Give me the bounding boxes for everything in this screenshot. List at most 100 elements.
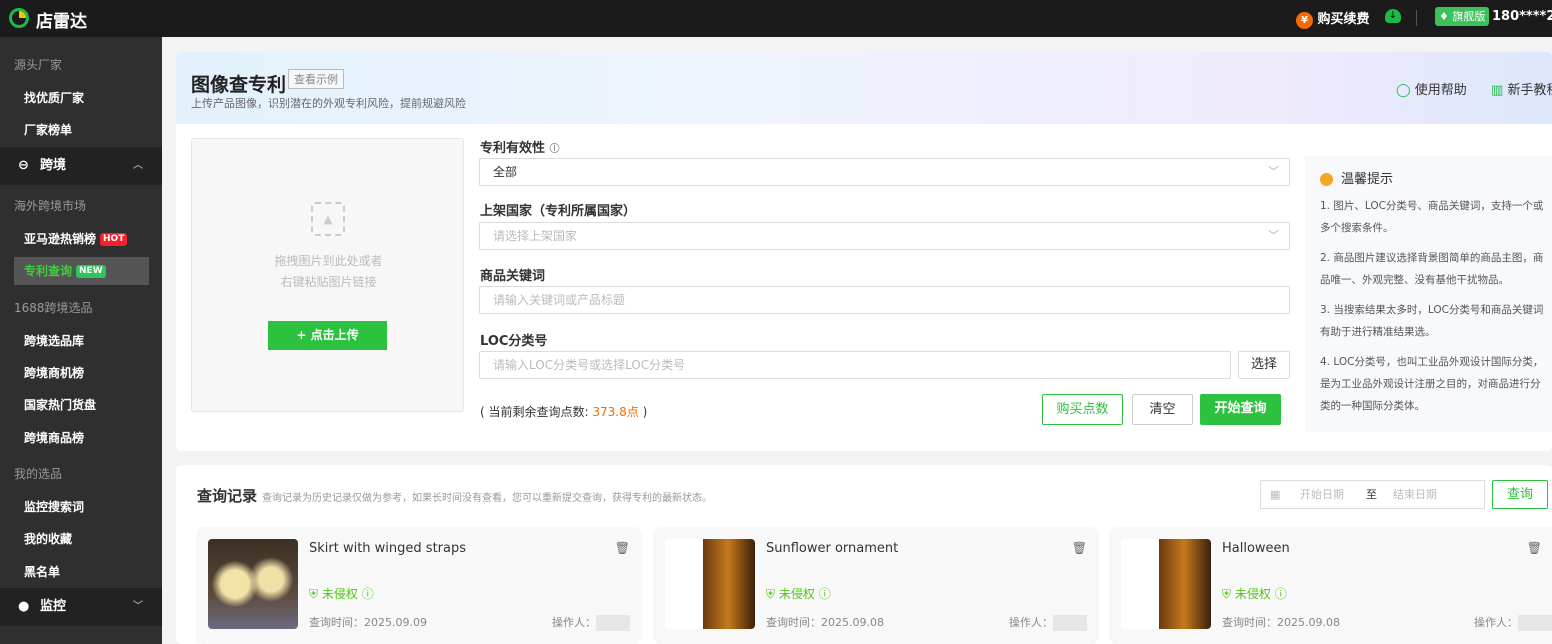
user-account[interactable]: 180****27	[1492, 9, 1552, 24]
download-icon[interactable]: ↓	[1385, 9, 1401, 23]
history-card: 查询记录 查询记录为历史记录仅做为参考，如果长时间没有查看，您可以重新提交查询，…	[176, 465, 1552, 644]
image-icon: ▲	[311, 202, 345, 236]
record-operator: 操作人：	[1474, 614, 1552, 631]
keyword-label: 商品关键词	[480, 269, 546, 284]
sidebar-item-factory-rank[interactable]: 厂家榜单	[14, 116, 149, 144]
section-1688: 1688跨境选品	[14, 301, 93, 315]
shield-check-icon: ⛨	[1222, 587, 1232, 601]
help-icon: ⓘ	[549, 144, 560, 155]
tutorial-link[interactable]: ▥ 新手教程	[1491, 79, 1552, 98]
sidebar-item-library[interactable]: 跨境选品库	[14, 327, 149, 355]
view-example-button[interactable]: 查看示例	[288, 69, 344, 89]
hot-badge: HOT	[100, 233, 128, 246]
help-icon: ⓘ	[361, 587, 374, 601]
planet-icon: ⊖	[18, 158, 29, 173]
help-link[interactable]: ◯ 使用帮助	[1396, 79, 1467, 98]
sidebar-item-keywords[interactable]: 监控搜索词	[14, 493, 149, 521]
date-range-picker[interactable]: ▦ 开始日期 至 结束日期	[1260, 480, 1485, 509]
page-header: 图像查专利 查看示例 上传产品图像，识别潜在的外观专利风险，提前规避风险 ◯ 使…	[176, 52, 1552, 124]
sidebar-item-favorites[interactable]: 我的收藏	[14, 525, 149, 553]
product-thumbnail	[208, 539, 298, 629]
yuan-icon: ¥	[1296, 12, 1313, 29]
product-thumbnail	[665, 539, 755, 629]
sidebar-item-opportunity[interactable]: 跨境商机榜	[14, 359, 149, 387]
page-title: 图像查专利	[191, 74, 287, 96]
sidebar-item-amazon[interactable]: 亚马逊热销榜 HOT	[14, 225, 149, 253]
edition-badge: ♦ 旗舰版	[1435, 7, 1490, 26]
validity-label: 专利有效性 ⓘ	[480, 141, 560, 156]
record-title: Halloween	[1222, 541, 1290, 556]
record-time: 查询时间：2025.09.08	[1222, 616, 1340, 629]
history-query-button[interactable]: 查询	[1492, 480, 1548, 509]
points-remaining: ( 当前剩余查询点数: 373.8点 )	[480, 405, 648, 419]
shield-check-icon: ⛨	[766, 587, 776, 601]
record-title: Sunflower ornament	[766, 541, 899, 556]
trash-icon[interactable]: 🗑	[615, 541, 630, 555]
tips-panel: 温馨提示 1. 图片、LOC分类号、商品关键词，支持一个或多个搜索条件。 2. …	[1305, 156, 1552, 432]
shield-check-icon: ⛨	[309, 587, 319, 601]
sidebar-group-crossborder[interactable]: ⊖ 跨境 ︿	[0, 147, 162, 185]
app-name: 店雷达	[36, 12, 87, 32]
tips-title: 温馨提示	[1320, 168, 1550, 187]
status-badge: ⛨ 未侵权 ⓘ	[309, 587, 374, 601]
sidebar: 源头厂家 找优质厂家 厂家榜单 ⊖ 跨境 ︿ 海外跨境市场 亚马逊热销榜 HOT …	[0, 37, 162, 644]
section-my: 我的选品	[14, 467, 63, 481]
upload-button[interactable]: + 点击上传	[268, 321, 387, 350]
tip-item: 1. 图片、LOC分类号、商品关键词，支持一个或多个搜索条件。	[1320, 200, 1544, 234]
record-operator: 操作人：	[552, 614, 630, 631]
calendar-icon: ▦	[1270, 488, 1281, 501]
record-time: 查询时间：2025.09.09	[309, 616, 427, 629]
end-date[interactable]: 结束日期	[1393, 481, 1437, 508]
record-time: 查询时间：2025.09.08	[766, 616, 884, 629]
renew-label: 购买续费	[1317, 12, 1370, 27]
date-separator: 至	[1366, 488, 1377, 501]
country-select[interactable]: 请选择上架国家 ﹀	[479, 222, 1290, 250]
search-card: 图像查专利 查看示例 上传产品图像，识别潜在的外观专利风险，提前规避风险 ◯ 使…	[176, 52, 1552, 451]
smile-icon	[1320, 173, 1333, 186]
start-date[interactable]: 开始日期	[1300, 481, 1344, 508]
tip-item: 2. 商品图片建议选择背景图简单的商品主图，商品唯一、外观完整、没有基他干扰物品…	[1320, 252, 1544, 286]
user-icon: ●	[18, 599, 30, 614]
keyword-input[interactable]: 请输入关键词或产品标题	[479, 286, 1290, 314]
section-source: 源头厂家	[14, 58, 63, 72]
sidebar-item-goods-rank[interactable]: 跨境商品榜	[14, 424, 149, 452]
record-card[interactable]: Skirt with winged straps 🗑 ⛨ 未侵权 ⓘ 查询时间：…	[196, 527, 642, 644]
sidebar-group-monitor[interactable]: ● 监控 ﹀	[0, 588, 162, 626]
sidebar-item-country-hot[interactable]: 国家热门货盘	[14, 391, 149, 419]
upload-hint-2: 右键粘贴图片链接	[280, 275, 377, 289]
bulb-icon: ◯	[1396, 83, 1411, 98]
record-card[interactable]: Sunflower ornament 🗑 ⛨ 未侵权 ⓘ 查询时间：2025.0…	[653, 527, 1099, 644]
help-icon: ⓘ	[1274, 587, 1287, 601]
clear-button[interactable]: 清空	[1132, 394, 1193, 425]
status-badge: ⛨ 未侵权 ⓘ	[1222, 587, 1287, 601]
country-label: 上架国家（专利所属国家）	[480, 204, 637, 219]
sidebar-item-blacklist[interactable]: 黑名单	[14, 558, 149, 586]
sidebar-item-factories[interactable]: 找优质厂家	[14, 84, 149, 112]
sidebar-item-patent[interactable]: 专利查询 NEW	[14, 257, 149, 285]
chevron-down-icon: ﹀	[1268, 165, 1279, 178]
help-icon: ⓘ	[818, 587, 831, 601]
chevron-down-icon: ﹀	[1268, 229, 1279, 242]
tip-item: 4. LOC分类号，也叫工业品外观设计国际分类，是为工业品外观设计注册之目的，对…	[1320, 356, 1544, 412]
page-subtitle: 上传产品图像，识别潜在的外观专利风险，提前规避风险	[191, 97, 466, 110]
tip-item: 3. 当搜索结果太多时，LOC分类号和商品关键词有助于进行精准结果选。	[1320, 304, 1544, 338]
loc-input[interactable]: 请输入LOC分类号或选择LOC分类号	[479, 351, 1231, 379]
trash-icon[interactable]: 🗑	[1072, 541, 1087, 555]
buy-points-button[interactable]: 购买点数	[1042, 394, 1123, 425]
renew-button[interactable]: ¥ 购买续费	[1296, 8, 1370, 29]
record-card[interactable]: Halloween 🗑 ⛨ 未侵权 ⓘ 查询时间：2025.09.08 操作人：	[1109, 527, 1552, 644]
loc-select-button[interactable]: 选择	[1238, 351, 1290, 379]
section-overseas: 海外跨境市场	[14, 199, 87, 213]
book-icon: ▥	[1491, 83, 1504, 98]
chevron-up-icon: ︿	[133, 160, 143, 171]
history-note: 查询记录为历史记录仅做为参考，如果长时间没有查看，您可以重新提交查询，获得专利的…	[262, 493, 712, 504]
new-badge: NEW	[76, 265, 106, 278]
chevron-down-icon: ﹀	[133, 601, 143, 612]
record-operator: 操作人：	[1009, 614, 1087, 631]
upload-dropzone[interactable]: ▲ 拖拽图片到此处或者 右键粘贴图片链接 + 点击上传	[191, 138, 464, 412]
loc-label: LOC分类号	[480, 334, 548, 349]
trash-icon[interactable]: 🗑	[1527, 541, 1542, 555]
validity-select[interactable]: 全部 ﹀	[479, 158, 1290, 186]
start-query-button[interactable]: 开始查询	[1200, 394, 1281, 425]
product-thumbnail	[1121, 539, 1211, 629]
